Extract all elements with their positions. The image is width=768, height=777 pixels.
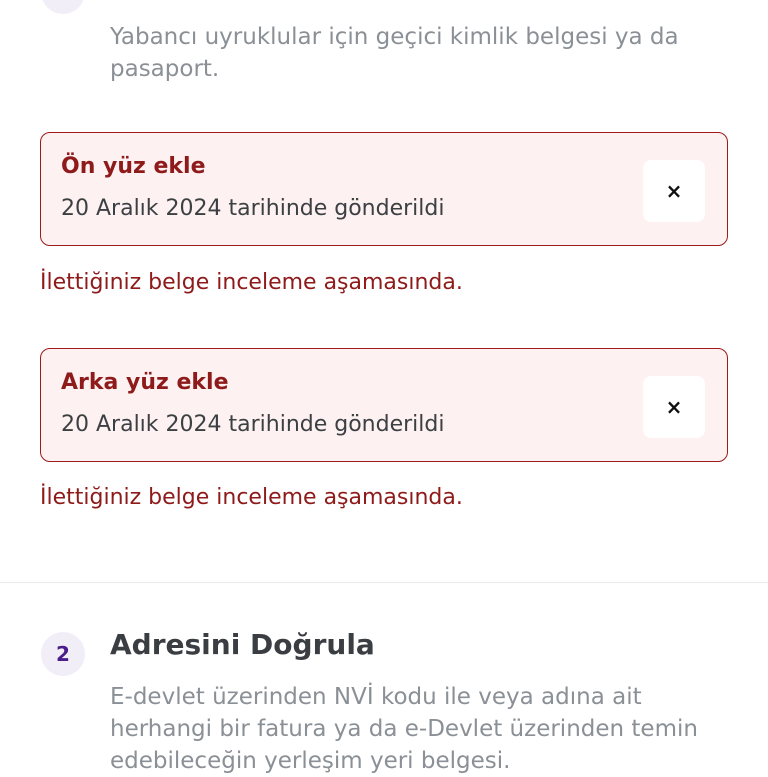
front-side-remove-button[interactable]: ×: [643, 160, 705, 222]
step-2-circle: 2: [41, 632, 85, 676]
back-side-document-card[interactable]: Arka yüz ekle 20 Aralık 2024 tarihinde g…: [40, 348, 728, 462]
section-2-title: Adresini Doğrula: [110, 628, 375, 661]
close-icon: ×: [665, 395, 683, 419]
step-2-number: 2: [56, 642, 70, 666]
front-side-document-card[interactable]: Ön yüz ekle 20 Aralık 2024 tarihinde gön…: [40, 132, 728, 246]
section-divider: [0, 582, 768, 583]
back-side-status-message: İlettiğiniz belge inceleme aşamasında.: [40, 485, 463, 510]
front-side-submitted-date: 20 Aralık 2024 tarihinde gönderildi: [61, 196, 445, 221]
back-side-title: Arka yüz ekle: [61, 370, 229, 395]
section-1-description: Yabancı uyruklular için geçici kimlik be…: [110, 24, 679, 82]
close-icon: ×: [665, 179, 683, 203]
back-side-remove-button[interactable]: ×: [643, 376, 705, 438]
section-2-description: E-devlet üzerinden NVİ kodu ile veya adı…: [110, 684, 698, 774]
back-side-submitted-date: 20 Aralık 2024 tarihinde gönderildi: [61, 412, 445, 437]
front-side-title: Ön yüz ekle: [61, 154, 206, 179]
front-side-status-message: İlettiğiniz belge inceleme aşamasında.: [40, 270, 463, 295]
step-1-circle: [41, 0, 85, 14]
